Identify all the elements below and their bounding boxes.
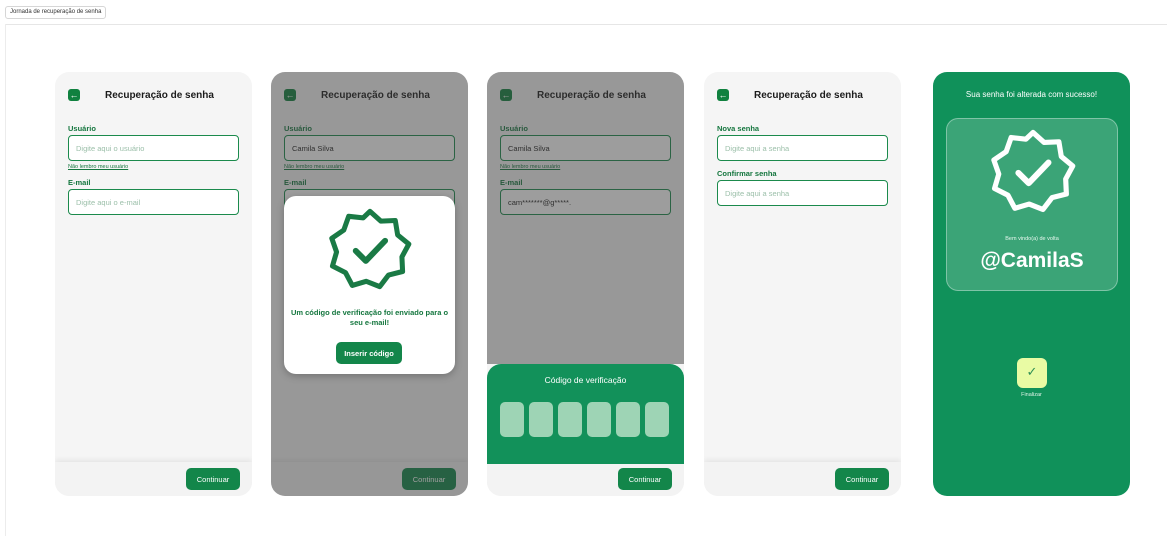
screen-code-sent: ← Recuperação de senha Usuário Não lembr… (271, 72, 468, 496)
arrow-left-icon[interactable]: ← (717, 89, 729, 101)
username: @CamilaS (980, 249, 1084, 272)
code-digit-input[interactable] (500, 402, 524, 437)
code-title: Código de verificação (544, 375, 627, 385)
finish-label: Finalizar (1021, 392, 1042, 398)
code-digit-input[interactable] (587, 402, 611, 437)
screen-title: Recuperação de senha (754, 89, 863, 101)
continue-button[interactable]: Continuar (835, 468, 889, 490)
confirm-password-label: Confirmar senha (717, 169, 777, 178)
arrow-left-icon[interactable]: ← (68, 89, 80, 101)
verification-code-sheet: Código de verificação (487, 364, 684, 464)
screen-title: Recuperação de senha (105, 89, 214, 101)
canvas: Jornada de recuperação de senha ← Recupe… (0, 0, 1167, 536)
check-icon: ✓ (1026, 365, 1038, 380)
screen-verification-code: ← Recuperação de senha Usuário Não lembr… (487, 72, 684, 496)
screen-success: Sua senha foi alterada com sucesso! Bem … (933, 72, 1130, 496)
code-input-group (500, 402, 669, 437)
code-digit-input[interactable] (529, 402, 553, 437)
welcome-text: Bem vindo(a) de volta (1005, 236, 1059, 242)
code-digit-input[interactable] (558, 402, 582, 437)
verified-badge-icon (991, 129, 1076, 213)
modal-message: Um código de verificação foi enviado par… (290, 308, 449, 327)
success-title: Sua senha foi alterada com sucesso! (965, 90, 1098, 99)
screen-footer: Continuar (487, 462, 684, 496)
screen-header: ← Recuperação de senha (68, 88, 252, 102)
user-label: Usuário (68, 124, 96, 133)
new-password-label: Nova senha (717, 124, 760, 133)
success-card: Bem vindo(a) de volta @CamilaS (946, 118, 1118, 291)
verified-badge-icon (329, 208, 412, 290)
email-input[interactable] (68, 189, 239, 215)
frame-edge (5, 24, 6, 536)
user-input[interactable] (68, 135, 239, 161)
continue-button[interactable]: Continuar (186, 468, 240, 490)
insert-code-button[interactable]: Inserir código (336, 342, 402, 364)
frame-tab[interactable]: Jornada de recuperação de senha (5, 6, 107, 19)
screen-footer: Continuar (704, 462, 901, 496)
screen-login-recovery: ← Recuperação de senha Usuário Não lembr… (55, 72, 252, 496)
frame-divider (5, 24, 1167, 25)
continue-button[interactable]: Continuar (618, 468, 672, 490)
email-label: E-mail (68, 178, 91, 187)
finish-button[interactable]: ✓ (1017, 358, 1047, 388)
screen-new-password: ← Recuperação de senha Nova senha Confir… (704, 72, 901, 496)
modal-overlay (487, 72, 684, 364)
screen-footer: Continuar (55, 462, 252, 496)
screen-header: ← Recuperação de senha (717, 88, 901, 102)
code-digit-input[interactable] (645, 402, 669, 437)
code-sent-modal: Um código de verificação foi enviado par… (284, 196, 455, 374)
forgot-user-link[interactable]: Não lembro meu usuário (68, 164, 128, 170)
code-digit-input[interactable] (616, 402, 640, 437)
confirm-password-input[interactable] (717, 180, 888, 206)
new-password-input[interactable] (717, 135, 888, 161)
